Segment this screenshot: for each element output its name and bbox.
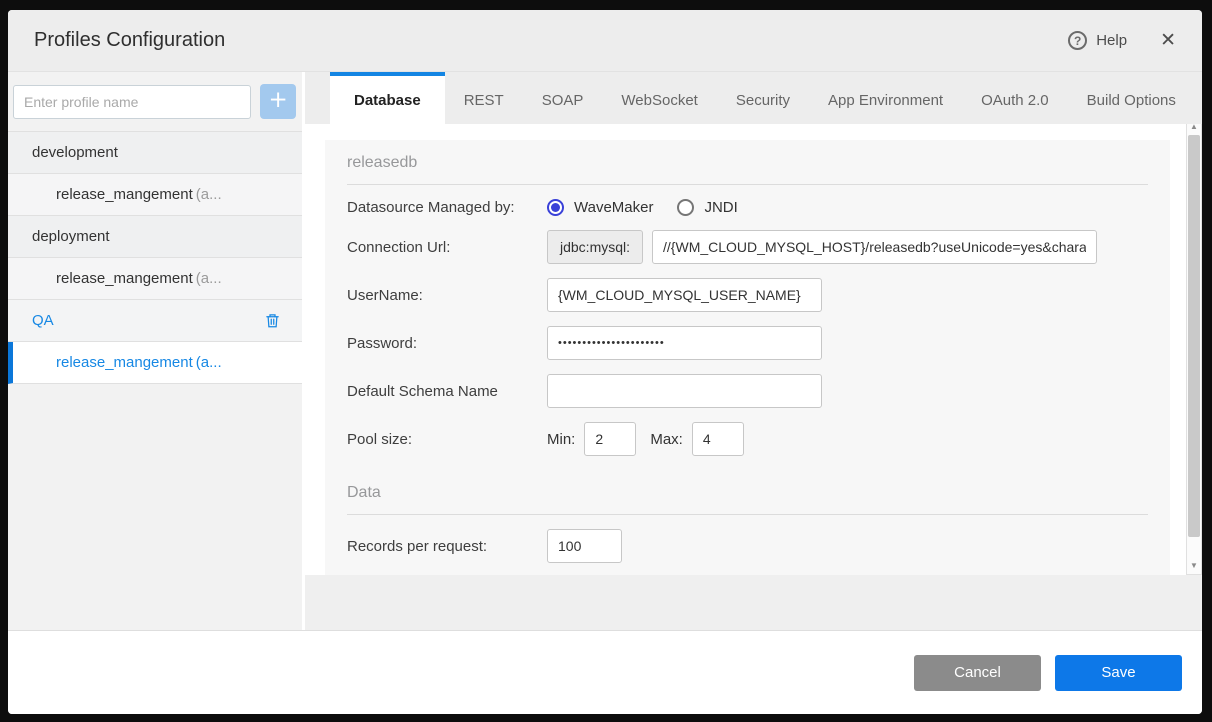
- profile-group-development[interactable]: development: [8, 132, 302, 174]
- pool-size-label: Pool size:: [347, 431, 547, 448]
- connection-url-input[interactable]: [652, 230, 1097, 264]
- schema-row: Default Schema Name: [347, 374, 1148, 408]
- close-icon[interactable]: ✕: [1160, 31, 1176, 50]
- help-link[interactable]: Help: [1096, 32, 1127, 49]
- jdbc-prefix-box: jdbc:mysql:: [547, 230, 643, 264]
- main-area: Database REST SOAP WebSocket Security Ap…: [305, 72, 1202, 630]
- profile-item-suffix: (a...: [196, 354, 222, 371]
- username-row: UserName:: [347, 278, 1148, 312]
- pool-max-input[interactable]: [692, 422, 744, 456]
- records-per-request-input[interactable]: [547, 529, 622, 563]
- profile-item-label: release_mangement: [56, 354, 193, 371]
- section-title-releasedb: releasedb: [347, 140, 1148, 185]
- vertical-scrollbar[interactable]: ▲ ▼: [1186, 124, 1202, 575]
- help-icon[interactable]: ?: [1068, 31, 1087, 50]
- profile-group-deployment[interactable]: deployment: [8, 216, 302, 258]
- pool-max-label: Max:: [650, 431, 683, 448]
- tab-database[interactable]: Database: [330, 72, 445, 124]
- connection-url-label: Connection Url:: [347, 239, 547, 256]
- profile-group-label: deployment: [32, 228, 110, 245]
- tab-bar: Database REST SOAP WebSocket Security Ap…: [305, 72, 1202, 124]
- header-actions: ? Help ✕: [1068, 31, 1176, 50]
- radio-wavemaker[interactable]: [547, 199, 564, 216]
- profile-search-row: +: [8, 72, 302, 132]
- profiles-configuration-dialog: Profiles Configuration ? Help ✕ + develo…: [8, 10, 1202, 714]
- profile-name-input[interactable]: [13, 85, 251, 119]
- tab-content: releasedb Datasource Managed by: WaveMak…: [305, 124, 1202, 575]
- tab-oauth[interactable]: OAuth 2.0: [962, 72, 1068, 124]
- profiles-sidebar: + development release_mangement (a... de…: [8, 72, 305, 630]
- profile-item-deployment-release-mangement[interactable]: release_mangement (a...: [8, 258, 302, 300]
- profile-item-development-release-mangement[interactable]: release_mangement (a...: [8, 174, 302, 216]
- tab-websocket[interactable]: WebSocket: [602, 72, 716, 124]
- scroll-up-icon[interactable]: ▲: [1190, 124, 1198, 133]
- records-per-request-row: Records per request:: [347, 529, 1148, 563]
- profile-group-qa[interactable]: QA: [8, 300, 302, 342]
- pool-min-input[interactable]: [584, 422, 636, 456]
- delete-profile-icon[interactable]: [265, 312, 280, 329]
- radio-jndi-label[interactable]: JNDI: [704, 199, 737, 216]
- profile-list: development release_mangement (a... depl…: [8, 132, 302, 384]
- content-bottom-strip: [305, 575, 1202, 630]
- database-form-panel: releasedb Datasource Managed by: WaveMak…: [325, 140, 1170, 575]
- datasource-radio-group: WaveMaker JNDI: [547, 199, 752, 216]
- datasource-row: Datasource Managed by: WaveMaker JNDI: [347, 199, 1148, 216]
- pool-min-label: Min:: [547, 431, 575, 448]
- profile-group-label: QA: [32, 312, 54, 329]
- pool-size-row: Pool size: Min: Max:: [347, 422, 1148, 456]
- dialog-footer: Cancel Save: [8, 630, 1202, 714]
- radio-wavemaker-label[interactable]: WaveMaker: [574, 199, 653, 216]
- tab-security[interactable]: Security: [717, 72, 809, 124]
- password-row: Password:: [347, 326, 1148, 360]
- dialog-title: Profiles Configuration: [34, 29, 225, 52]
- scrollbar-thumb[interactable]: [1188, 135, 1200, 537]
- tab-build-options[interactable]: Build Options: [1068, 72, 1195, 124]
- password-label: Password:: [347, 335, 547, 352]
- profile-group-label: development: [32, 144, 118, 161]
- profile-item-label: release_mangement: [56, 186, 193, 203]
- dialog-body: + development release_mangement (a... de…: [8, 72, 1202, 630]
- section-title-data: Data: [347, 470, 1148, 515]
- tab-app-environment[interactable]: App Environment: [809, 72, 962, 124]
- username-input[interactable]: [547, 278, 822, 312]
- cancel-button[interactable]: Cancel: [914, 655, 1041, 691]
- save-button[interactable]: Save: [1055, 655, 1182, 691]
- connection-url-row: Connection Url: jdbc:mysql:: [347, 230, 1148, 264]
- radio-jndi[interactable]: [677, 199, 694, 216]
- profile-item-suffix: (a...: [196, 270, 222, 287]
- schema-label: Default Schema Name: [347, 383, 547, 400]
- datasource-label: Datasource Managed by:: [347, 199, 547, 216]
- profile-item-label: release_mangement: [56, 270, 193, 287]
- records-per-request-label: Records per request:: [347, 538, 547, 555]
- tab-soap[interactable]: SOAP: [523, 72, 603, 124]
- add-profile-button[interactable]: +: [260, 84, 296, 119]
- schema-input[interactable]: [547, 374, 822, 408]
- password-input[interactable]: [547, 326, 822, 360]
- profile-item-suffix: (a...: [196, 186, 222, 203]
- profile-item-qa-release-mangement[interactable]: release_mangement (a...: [8, 342, 302, 384]
- username-label: UserName:: [347, 287, 547, 304]
- dialog-header: Profiles Configuration ? Help ✕: [8, 10, 1202, 72]
- scroll-down-icon[interactable]: ▼: [1190, 558, 1198, 572]
- tab-rest[interactable]: REST: [445, 72, 523, 124]
